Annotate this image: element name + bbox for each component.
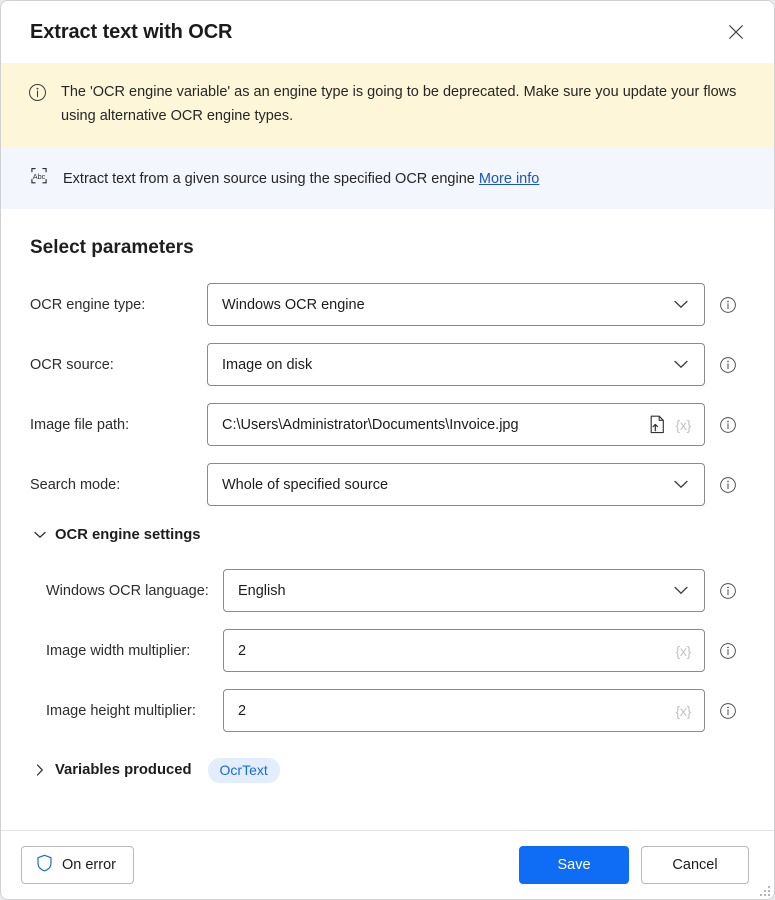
close-button[interactable]	[716, 14, 756, 50]
info-circle-icon	[28, 83, 47, 107]
dialog-titlebar: Extract text with OCR	[1, 1, 774, 63]
image-height-multiplier-input[interactable]: 2 {x}	[223, 689, 705, 733]
page-title: Extract text with OCR	[30, 20, 233, 43]
windows-ocr-language-value: English	[238, 582, 286, 599]
row-image-file-path: Image file path: C:\Users\Administrator\…	[1, 403, 774, 447]
chevron-down-icon[interactable]	[670, 480, 692, 489]
image-file-path-value: C:\Users\Administrator\Documents\Invoice…	[222, 416, 519, 433]
info-icon-image-width-multiplier[interactable]	[719, 642, 737, 660]
search-mode-value: Whole of specified source	[222, 476, 389, 493]
select-parameters-heading: Select parameters	[30, 237, 194, 259]
row-ocr-source: OCR source: Image on disk	[1, 343, 774, 387]
image-file-path-input[interactable]: C:\Users\Administrator\Documents\Invoice…	[207, 403, 705, 447]
save-button[interactable]: Save	[519, 846, 629, 884]
ocr-source-dropdown[interactable]: Image on disk	[207, 343, 705, 387]
info-icon-search-mode[interactable]	[719, 476, 737, 494]
variables-produced-title: Variables produced	[55, 762, 192, 779]
chevron-down-icon[interactable]	[670, 300, 692, 309]
label-search-mode: Search mode:	[30, 476, 121, 493]
info-icon-windows-ocr-language[interactable]	[719, 582, 737, 600]
more-info-link[interactable]: More info	[479, 171, 539, 187]
abc-brackets-icon: Abc	[28, 166, 50, 191]
windows-ocr-language-dropdown[interactable]: English	[223, 569, 705, 613]
row-ocr-engine-type: OCR engine type: Windows OCR engine	[1, 283, 774, 327]
file-upload-icon[interactable]	[647, 415, 669, 434]
ocr-engine-type-dropdown[interactable]: Windows OCR engine	[207, 283, 705, 327]
chevron-down-icon	[34, 531, 46, 539]
row-image-height-multiplier: Image height multiplier: 2 {x}	[1, 689, 774, 733]
label-windows-ocr-language: Windows OCR language:	[46, 582, 209, 599]
label-image-width-multiplier: Image width multiplier:	[46, 642, 191, 659]
info-icon-image-file-path[interactable]	[719, 416, 737, 434]
info-icon-image-height-multiplier[interactable]	[719, 702, 737, 720]
deprecation-warning-banner: The 'OCR engine variable' as an engine t…	[1, 63, 774, 149]
ocr-engine-settings-title: OCR engine settings	[55, 527, 201, 544]
close-icon	[728, 24, 744, 40]
row-windows-ocr-language: Windows OCR language: English	[1, 569, 774, 613]
ocr-engine-settings-toggle[interactable]: OCR engine settings	[1, 523, 774, 547]
image-width-multiplier-value: 2	[238, 642, 247, 659]
dialog-footer: On error Save Cancel	[1, 830, 774, 899]
label-ocr-source: OCR source:	[30, 356, 114, 373]
chevron-down-icon[interactable]	[670, 360, 692, 369]
info-icon-ocr-source[interactable]	[719, 356, 737, 374]
info-icon-ocr-engine-type[interactable]	[719, 296, 737, 314]
row-image-width-multiplier: Image width multiplier: 2 {x}	[1, 629, 774, 673]
variables-produced-toggle[interactable]: Variables produced OcrText	[1, 757, 774, 783]
extract-text-with-ocr-dialog: Extract text with OCR The 'OCR engine va…	[0, 0, 775, 900]
resize-grip[interactable]	[757, 883, 770, 896]
variable-picker-icon[interactable]: {x}	[671, 703, 696, 719]
label-ocr-engine-type: OCR engine type:	[30, 296, 146, 313]
variable-picker-icon[interactable]: {x}	[671, 643, 696, 659]
action-description-text: Extract text from a given source using t…	[63, 171, 539, 187]
ocr-engine-type-value: Windows OCR engine	[222, 296, 365, 313]
label-image-height-multiplier: Image height multiplier:	[46, 702, 196, 719]
chevron-right-icon	[34, 764, 46, 776]
svg-text:Abc: Abc	[33, 172, 46, 181]
action-description-strip: Abc Extract text from a given source usi…	[1, 148, 774, 210]
chevron-down-icon[interactable]	[670, 586, 692, 595]
warning-text: The 'OCR engine variable' as an engine t…	[61, 84, 737, 124]
on-error-button[interactable]: On error	[21, 846, 134, 884]
variable-badge-ocrtext[interactable]: OcrText	[207, 757, 280, 783]
row-search-mode: Search mode: Whole of specified source	[1, 463, 774, 507]
cancel-button[interactable]: Cancel	[641, 846, 749, 884]
shield-icon	[36, 854, 53, 876]
on-error-label: On error	[62, 857, 116, 873]
ocr-source-value: Image on disk	[222, 356, 313, 373]
image-height-multiplier-value: 2	[238, 702, 247, 719]
search-mode-dropdown[interactable]: Whole of specified source	[207, 463, 705, 507]
dialog-body: Select parameters OCR engine type: Windo…	[1, 209, 774, 830]
description-sentence: Extract text from a given source using t…	[63, 170, 475, 187]
variable-picker-icon[interactable]: {x}	[671, 417, 696, 433]
image-width-multiplier-input[interactable]: 2 {x}	[223, 629, 705, 673]
label-image-file-path: Image file path:	[30, 416, 130, 433]
